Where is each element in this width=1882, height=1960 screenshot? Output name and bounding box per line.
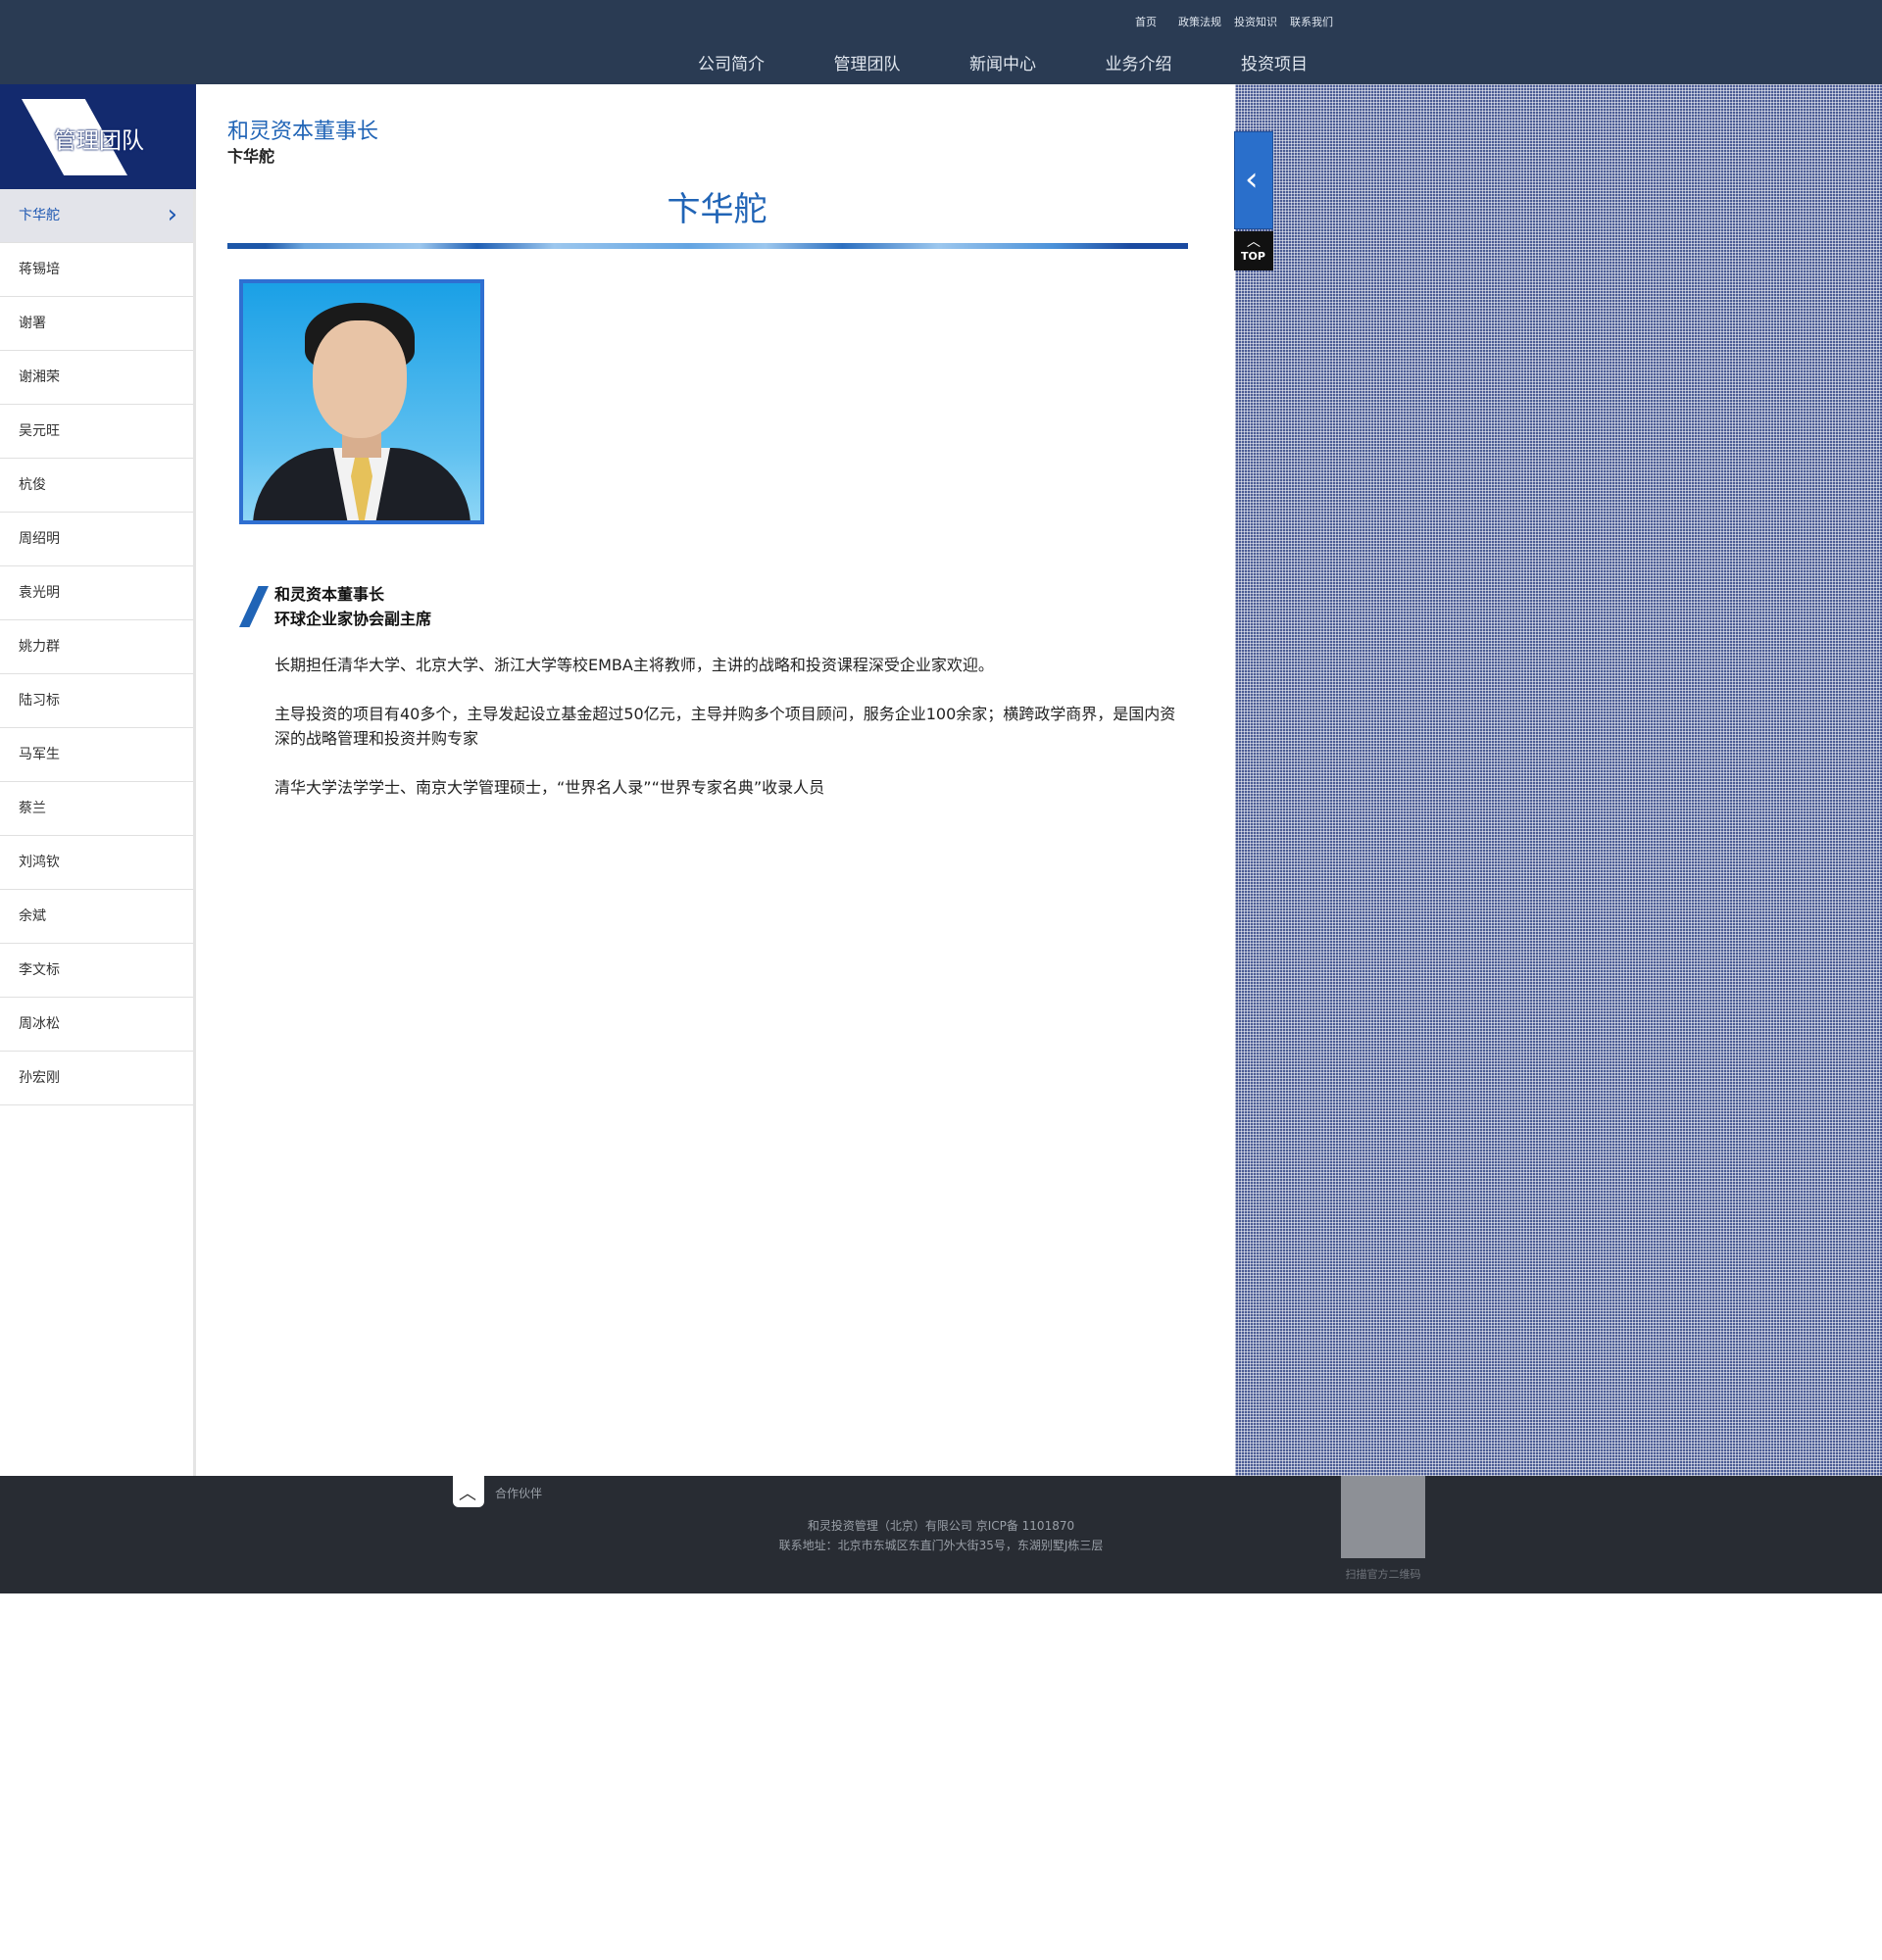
sidebar-item-member[interactable]: 袁光明 — [0, 566, 193, 620]
nav-company-intro[interactable]: 公司简介 — [698, 50, 834, 74]
page-title: 和灵资本董事长 — [227, 120, 379, 144]
qr-code-label: 扫描官方二维码 — [1345, 1568, 1421, 1581]
top-link-home[interactable]: 首页 — [1135, 14, 1157, 29]
sidebar-item-member[interactable]: 周冰松 — [0, 998, 193, 1052]
sidebar-item-label: 袁光明 — [19, 585, 60, 601]
sidebar-item-member[interactable]: 李文标 — [0, 944, 193, 998]
nav-investment-projects[interactable]: 投资项目 — [1241, 50, 1377, 74]
sidebar-item-label: 吴元旺 — [19, 423, 60, 439]
sidebar-item-member[interactable]: 吴元旺 — [0, 405, 193, 459]
background-pattern — [1235, 84, 1882, 1476]
sidebar-item-label: 谢湘荣 — [19, 369, 60, 385]
sidebar-item-label: 李文标 — [19, 962, 60, 978]
arrow-up-icon: ︿ — [1247, 234, 1261, 250]
person-name-heading: 卞华舵 — [667, 190, 768, 229]
sidebar-item-label: 蒋锡培 — [19, 262, 60, 277]
site-header: 首页 政策法规 投资知识 联系我们 公司简介 管理团队 新闻中心 业务介绍 投资… — [0, 0, 1882, 84]
sidebar-item-member[interactable]: 马军生 — [0, 728, 193, 782]
main-nav: 公司简介 管理团队 新闻中心 业务介绍 投资项目 — [698, 50, 1377, 74]
top-link-policy[interactable]: 政策法规 — [1178, 14, 1221, 29]
sidebar-item-member[interactable]: 刘鸿钦 — [0, 836, 193, 890]
copyright-text: 和灵投资管理（北京）有限公司 京ICP备 1101870 — [807, 1519, 1075, 1533]
sidebar-member-list: 卞华舵 › 蒋锡培 谢署 谢湘荣 吴元旺 杭俊 周绍明 袁光明 姚力群 陆习标 … — [0, 189, 193, 1105]
sidebar-item-label: 余斌 — [19, 908, 46, 924]
chevron-right-icon: › — [167, 200, 177, 229]
sidebar-item-member[interactable]: 蒋锡培 — [0, 243, 193, 297]
biography: 长期担任清华大学、北京大学、浙江大学等校EMBA主将教师，主讲的战略和投资课程深… — [274, 653, 1186, 824]
partner-link[interactable]: 合作伙伴 — [495, 1485, 542, 1501]
sidebar-item-label: 陆习标 — [19, 693, 60, 709]
sidebar-item-member[interactable]: 卞华舵 › — [0, 189, 193, 243]
sidebar-item-label: 周冰松 — [19, 1016, 60, 1032]
decorative-divider — [227, 243, 1188, 249]
sidebar-item-member[interactable]: 谢湘荣 — [0, 351, 193, 405]
nav-management-team[interactable]: 管理团队 — [834, 50, 970, 74]
chevron-up-icon: ︿ — [459, 1484, 476, 1504]
bio-paragraph: 主导投资的项目有40多个，主导发起设立基金超过50亿元，主导并购多个项目顾问，服… — [274, 705, 1176, 748]
page-subtitle: 卞华舵 — [227, 147, 275, 166]
sidebar-item-label: 杭俊 — [19, 477, 46, 493]
qr-code-image — [1341, 1476, 1425, 1558]
sidebar-item-label: 周绍明 — [19, 531, 60, 547]
site-footer: ︿ 合作伙伴 和灵投资管理（北京）有限公司 京ICP备 1101870 联系地址… — [0, 1476, 1882, 1593]
back-to-top-label: TOP — [1241, 250, 1265, 263]
sidebar-title: 管理团队 — [54, 128, 144, 154]
nav-news-center[interactable]: 新闻中心 — [969, 50, 1106, 74]
sidebar-item-label: 姚力群 — [19, 639, 60, 655]
sidebar-item-member[interactable]: 姚力群 — [0, 620, 193, 674]
sidebar-item-member[interactable]: 周绍明 — [0, 513, 193, 566]
sidebar-item-label: 卞华舵 — [19, 208, 60, 223]
sidebar: 管理团队 卞华舵 › 蒋锡培 谢署 谢湘荣 吴元旺 杭俊 周绍明 袁光明 姚力群… — [0, 84, 196, 1476]
top-link-contact[interactable]: 联系我们 — [1290, 14, 1333, 29]
sidebar-header: 管理团队 — [0, 84, 196, 189]
sidebar-item-label: 刘鸿钦 — [19, 855, 60, 870]
sidebar-item-member[interactable]: 杭俊 — [0, 459, 193, 513]
sidebar-item-member[interactable]: 陆习标 — [0, 674, 193, 728]
sidebar-item-member[interactable]: 蔡兰 — [0, 782, 193, 836]
partner-toggle-button[interactable]: ︿ — [453, 1476, 484, 1507]
accent-slash-icon — [239, 586, 269, 627]
nav-business[interactable]: 业务介绍 — [1106, 50, 1242, 74]
sidebar-item-label: 孙宏刚 — [19, 1070, 60, 1086]
side-collapse-button[interactable]: ‹ — [1234, 131, 1273, 229]
role-title-1: 和灵资本董事长 — [274, 585, 385, 604]
bio-paragraph: 清华大学法学学士、南京大学管理硕士，“世界名人录”“世界专家名典”收录人员 — [274, 778, 825, 797]
sidebar-item-label: 蔡兰 — [19, 801, 46, 816]
top-links: 首页 政策法规 投资知识 联系我们 — [1135, 14, 1346, 29]
portrait-face — [313, 320, 407, 438]
back-to-top-button[interactable]: ︿ TOP — [1234, 231, 1273, 270]
portrait-photo — [239, 279, 484, 524]
address-text: 联系地址：北京市东城区东直门外大街35号，东湖别墅J栋三层 — [778, 1539, 1104, 1552]
chevron-left-icon: ‹ — [1245, 160, 1259, 199]
sidebar-item-member[interactable]: 余斌 — [0, 890, 193, 944]
sidebar-item-label: 谢署 — [19, 316, 46, 331]
main-content: 和灵资本董事长 卞华舵 卞华舵 和灵资本董事长 环球企业家协会副主席 长期担任清… — [199, 84, 1235, 1476]
sidebar-item-member[interactable]: 谢署 — [0, 297, 193, 351]
role-title-2: 环球企业家协会副主席 — [274, 610, 432, 628]
top-link-knowledge[interactable]: 投资知识 — [1234, 14, 1277, 29]
bio-paragraph: 长期担任清华大学、北京大学、浙江大学等校EMBA主将教师，主讲的战略和投资课程深… — [274, 656, 994, 674]
sidebar-item-label: 马军生 — [19, 747, 60, 762]
sidebar-item-member[interactable]: 孙宏刚 — [0, 1052, 193, 1105]
